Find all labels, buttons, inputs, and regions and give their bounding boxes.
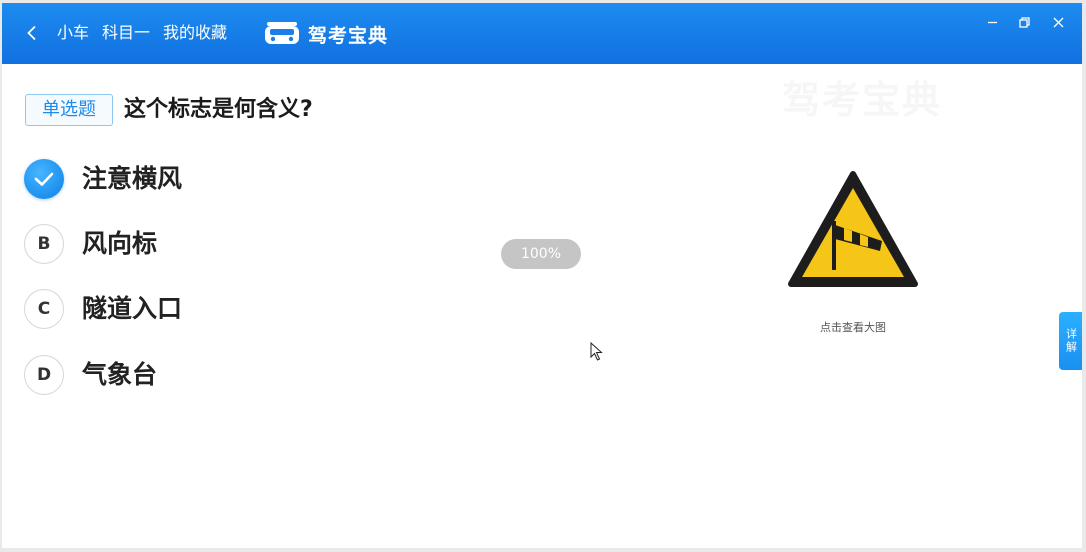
option-b-text: 风向标 bbox=[82, 229, 158, 258]
explanation-tab-label: 详解 bbox=[1064, 328, 1078, 354]
explanation-tab[interactable]: 详解 bbox=[1059, 312, 1082, 370]
minimize-button[interactable] bbox=[981, 11, 1003, 33]
mouse-cursor-icon bbox=[590, 342, 603, 361]
close-icon bbox=[1053, 17, 1063, 27]
option-a[interactable]: 注意横风 bbox=[24, 157, 324, 201]
breadcrumb-subject[interactable]: 科目一 bbox=[102, 23, 150, 43]
option-b-letter: B bbox=[24, 224, 64, 264]
view-large-image-link[interactable]: 点击查看大图 bbox=[798, 319, 908, 335]
option-b[interactable]: B 风向标 bbox=[24, 222, 324, 266]
restore-icon bbox=[1018, 16, 1030, 28]
back-button[interactable] bbox=[20, 21, 44, 45]
option-d[interactable]: D 气象台 bbox=[24, 353, 324, 397]
breadcrumb-vehicle[interactable]: 小车 bbox=[57, 23, 89, 43]
app-logo: 驾考宝典 bbox=[264, 20, 388, 48]
checkmark-icon bbox=[34, 172, 54, 186]
option-c-letter: C bbox=[24, 289, 64, 329]
restore-button[interactable] bbox=[1013, 11, 1035, 33]
close-button[interactable] bbox=[1047, 11, 1069, 33]
option-d-text: 气象台 bbox=[82, 360, 158, 389]
app-name: 驾考宝典 bbox=[308, 24, 389, 47]
breadcrumb-favorites[interactable]: 我的收藏 bbox=[163, 23, 227, 43]
option-a-selected-marker bbox=[24, 159, 64, 199]
car-logo-icon bbox=[265, 22, 299, 44]
zoom-level-indicator: 100% bbox=[501, 239, 581, 269]
option-a-text: 注意横风 bbox=[82, 164, 183, 193]
app-window: 小车 科目一 我的收藏 驾考宝典 单选题 这个标志是何含义? 注意横风 B 风向… bbox=[2, 3, 1082, 548]
title-bar: 小车 科目一 我的收藏 驾考宝典 bbox=[2, 3, 1082, 64]
chevron-left-icon bbox=[27, 25, 36, 41]
watermark-logo: 驾考宝典 bbox=[782, 69, 942, 124]
question-type-badge: 单选题 bbox=[25, 94, 113, 126]
question-text: 这个标志是何含义? bbox=[124, 97, 313, 122]
option-d-letter: D bbox=[24, 355, 64, 395]
option-c-text: 隧道入口 bbox=[82, 294, 183, 323]
crosswind-warning-sign-icon[interactable] bbox=[786, 169, 920, 291]
option-c[interactable]: C 隧道入口 bbox=[24, 287, 324, 331]
minimize-icon bbox=[987, 21, 997, 23]
